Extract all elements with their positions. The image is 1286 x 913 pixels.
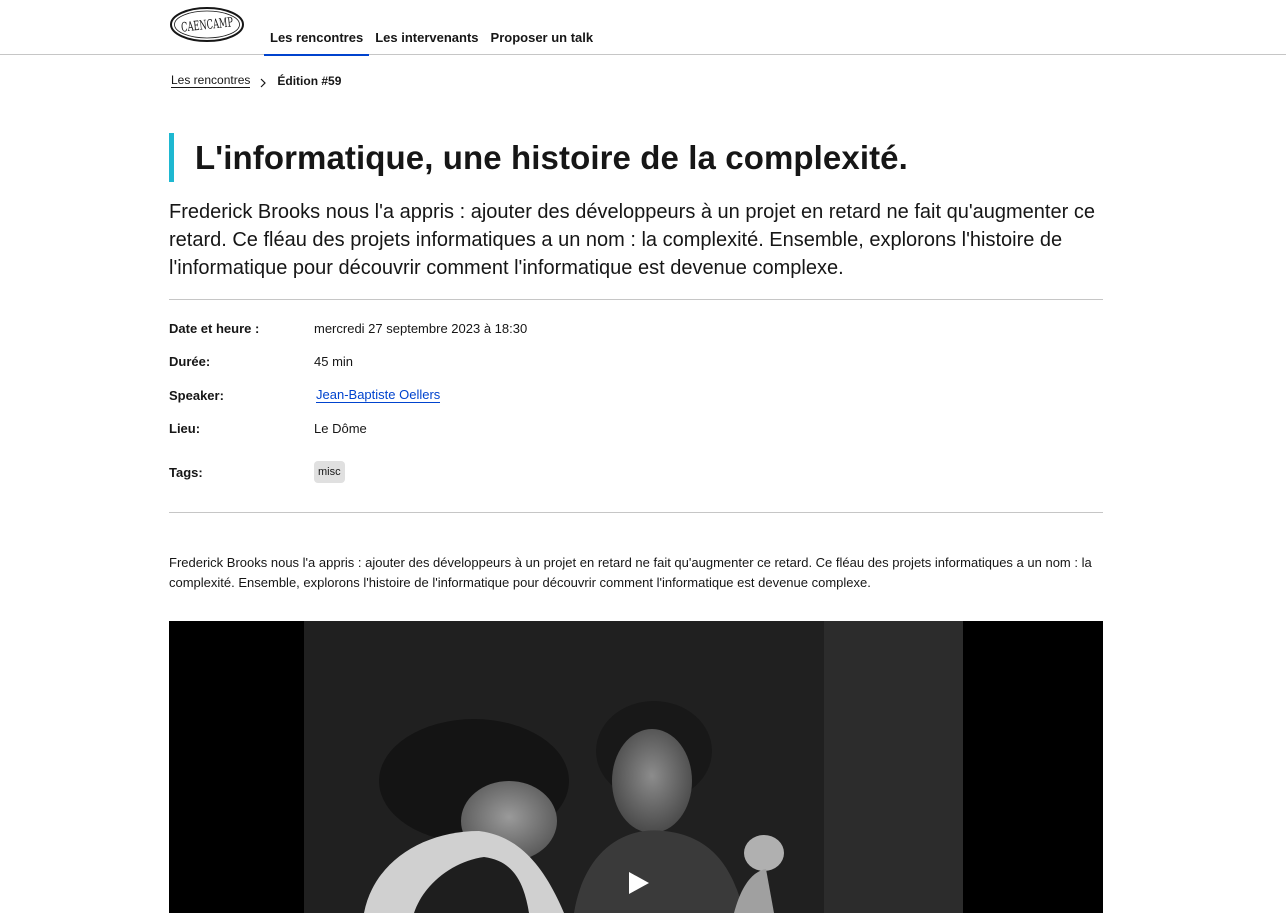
breadcrumb: Les rencontres Édition #59 <box>171 73 341 88</box>
place-label: Lieu: <box>169 421 201 436</box>
main-nav: Les rencontres Les intervenants Proposer… <box>264 0 600 56</box>
breadcrumb-link-rencontres[interactable]: Les rencontres <box>171 73 251 88</box>
event-lead: Frederick Brooks nous l'a appris : ajout… <box>169 201 1095 279</box>
speaker-label: Speaker: <box>169 387 224 403</box>
duration-value: 45 min <box>314 354 354 369</box>
detail-row-place: Lieu: Le Dôme <box>169 421 367 436</box>
date-label: Date et heure : <box>169 321 260 336</box>
breadcrumb-current: Édition #59 <box>277 73 342 88</box>
video-player[interactable] <box>169 621 1103 913</box>
event-description: Frederick Brooks nous l'a appris : ajout… <box>169 555 1092 590</box>
divider-top <box>169 299 1103 300</box>
chevron-right-icon <box>258 77 268 89</box>
detail-row-date: Date et heure : mercredi 27 septembre 20… <box>169 321 527 336</box>
detail-row-duration: Durée: 45 min <box>169 354 353 369</box>
tag-misc[interactable]: misc <box>314 461 345 483</box>
divider-bottom <box>169 512 1103 513</box>
speaker-link[interactable]: Jean-Baptiste Oellers <box>316 387 441 403</box>
date-value: mercredi 27 septembre 2023 à 18:30 <box>314 321 528 336</box>
title-block: L'informatique, une histoire de la compl… <box>169 133 908 182</box>
nav-les-rencontres[interactable]: Les rencontres <box>264 0 370 56</box>
detail-row-speaker: Speaker: Jean-Baptiste Oellers <box>169 387 441 403</box>
duration-label: Durée: <box>169 354 211 369</box>
page-title: L'informatique, une histoire de la compl… <box>195 138 908 176</box>
nav-les-intervenants[interactable]: Les intervenants <box>369 0 484 55</box>
detail-row-tags: Tags: misc <box>169 461 345 483</box>
nav-proposer-un-talk[interactable]: Proposer un talk <box>485 0 600 55</box>
site-header: CAENCAMP Les rencontres Les intervenants… <box>0 0 1286 56</box>
play-icon[interactable] <box>627 871 651 895</box>
place-value: Le Dôme <box>314 421 367 436</box>
video-thumbnail <box>304 621 963 913</box>
caencamp-logo[interactable]: CAENCAMP <box>169 6 245 43</box>
tags-label: Tags: <box>169 464 203 480</box>
